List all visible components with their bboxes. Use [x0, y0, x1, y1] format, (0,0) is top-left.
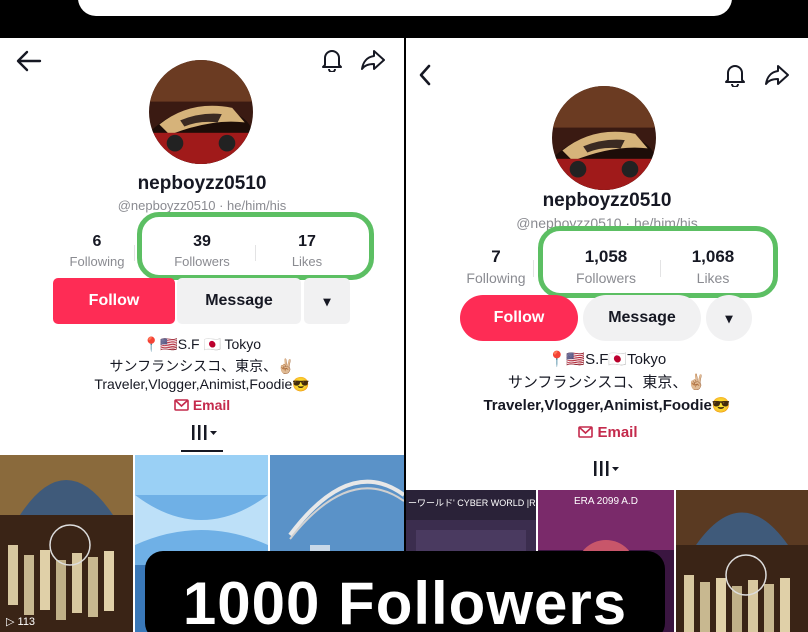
- bio-line-3: Traveler,Vlogger,Animist,Foodie😎: [94, 376, 310, 392]
- email-label: Email: [192, 397, 231, 413]
- following-count: 7: [491, 247, 501, 266]
- email-link[interactable]: Email: [150, 397, 254, 414]
- following-label: Following: [466, 270, 526, 286]
- email-link[interactable]: Email: [556, 424, 660, 442]
- bio-line-1: 📍🇺🇸S.F 🇯🇵 Tokyo: [142, 336, 262, 352]
- video-title: ERA 2099 A.D: [574, 496, 638, 507]
- bio-line-1: 📍🇺🇸S.F🇯🇵Tokyo: [547, 351, 667, 368]
- more-dropdown-button[interactable]: ▾: [706, 295, 752, 341]
- stat-divider: [134, 245, 135, 261]
- share-icon[interactable]: [764, 64, 790, 86]
- follow-button[interactable]: Follow: [53, 278, 175, 324]
- follow-button[interactable]: Follow: [460, 295, 578, 341]
- highlight-box: [538, 226, 778, 298]
- tab-underline: [181, 450, 223, 452]
- video-thumbnail[interactable]: [676, 490, 808, 632]
- search-bar[interactable]: [78, 0, 732, 16]
- back-arrow-icon[interactable]: [16, 50, 42, 72]
- video-title: ーワールド' CYBER WORLD |Remas: [408, 498, 536, 508]
- bell-icon[interactable]: [321, 48, 343, 72]
- username: nepboyzz0510: [542, 190, 672, 211]
- stat-following[interactable]: 6 Following: [62, 233, 132, 269]
- mail-icon: [174, 398, 189, 414]
- views-count: ▷ 113: [6, 616, 36, 628]
- handle: @nepboyzz0510 · he/him/his: [117, 198, 287, 213]
- stat-following[interactable]: 7 Following: [461, 247, 531, 286]
- bio-line-3: Traveler,Vlogger,Animist,Foodie😎: [483, 397, 731, 414]
- highlight-box: [137, 212, 374, 280]
- mail-icon: [578, 425, 594, 442]
- following-label: Following: [69, 254, 125, 269]
- message-button[interactable]: Message: [583, 295, 701, 341]
- message-button[interactable]: Message: [177, 278, 301, 324]
- videos-grid-tab-icon[interactable]: [592, 459, 622, 484]
- views-number: 113: [17, 616, 36, 628]
- videos-grid-tab-icon[interactable]: [190, 423, 220, 448]
- profile-panel-before: nepboyzz0510 @nepboyzz0510 · he/him/his …: [0, 38, 404, 632]
- share-icon[interactable]: [360, 49, 386, 71]
- stat-divider: [533, 260, 534, 277]
- bio-line-2: サンフランシスコ、東京、✌🏼: [507, 374, 707, 391]
- bell-icon[interactable]: [724, 63, 746, 87]
- avatar[interactable]: [552, 86, 656, 190]
- bio-line-2: サンフランシスコ、東京、✌🏼: [109, 358, 295, 374]
- screenshot-root: nepboyzz0510 @nepboyzz0510 · he/him/his …: [0, 0, 808, 632]
- back-chevron-icon[interactable]: [418, 64, 432, 86]
- following-count: 6: [92, 233, 102, 250]
- video-thumbnail[interactable]: ▷ 113: [0, 455, 133, 632]
- caption-text: 1000 Followers: [182, 570, 628, 632]
- username: nepboyzz0510: [137, 173, 267, 194]
- avatar[interactable]: [149, 60, 253, 164]
- caption-overlay: 1000 Followers: [145, 551, 665, 632]
- more-dropdown-button[interactable]: ▾: [304, 278, 350, 324]
- profile-panel-after: nepboyzz0510 @nepboyzz0510 · he/him/his …: [406, 38, 808, 632]
- email-label: Email: [597, 424, 638, 441]
